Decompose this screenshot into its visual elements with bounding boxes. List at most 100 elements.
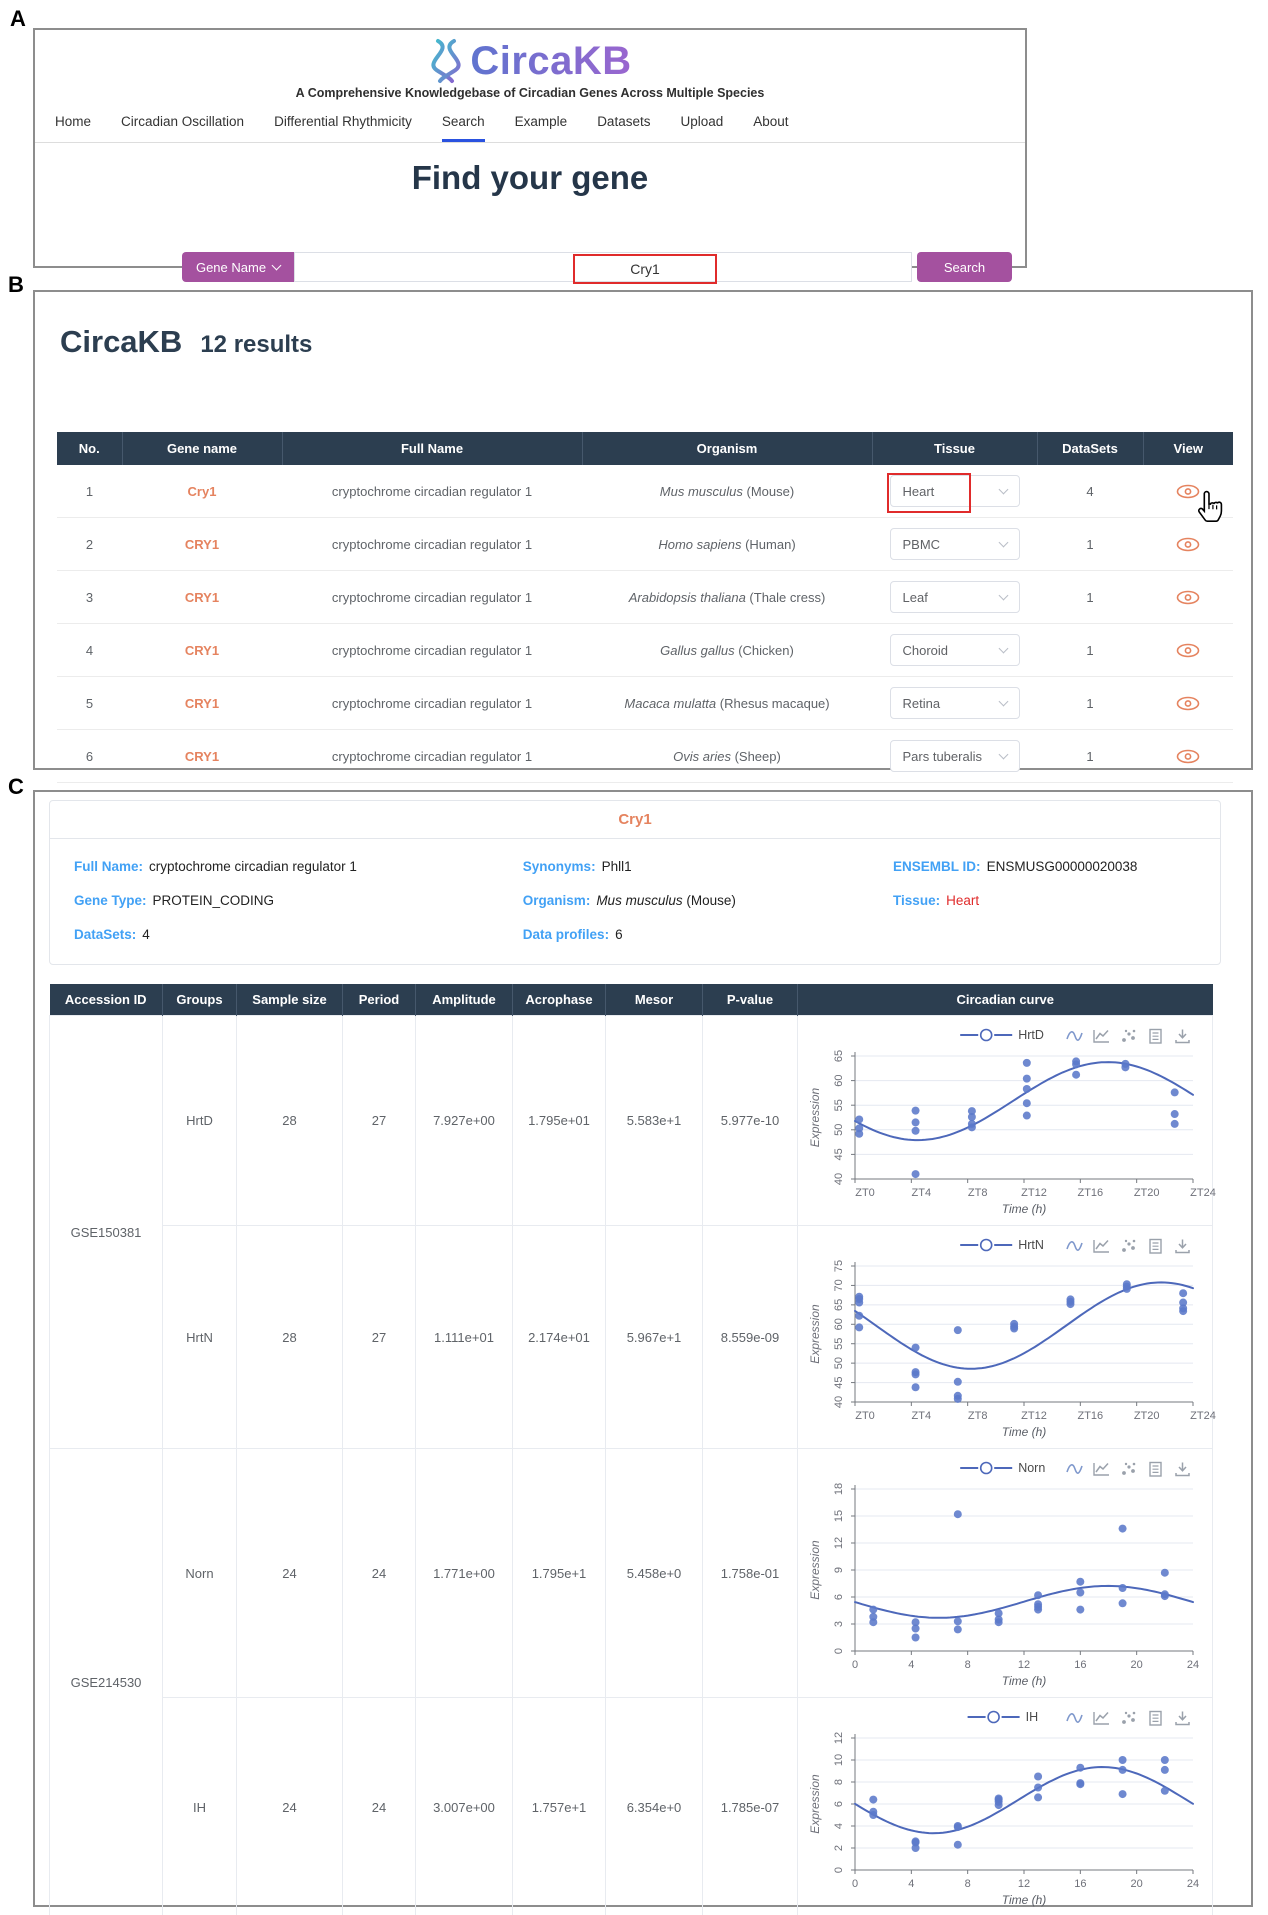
- acrophase-cell: 1.795e+01: [513, 1016, 606, 1226]
- search-button[interactable]: Search: [917, 252, 1012, 282]
- scatter-plot-icon[interactable]: [1122, 1030, 1135, 1042]
- view-eye-icon[interactable]: [1176, 643, 1200, 658]
- col-organism: Organism: [582, 432, 872, 465]
- chevron-down-icon: [998, 696, 1008, 706]
- svg-text:12: 12: [833, 1537, 845, 1549]
- svg-text:3: 3: [833, 1621, 845, 1627]
- field-synonyms: Synonyms:Phll1: [523, 859, 893, 874]
- svg-text:Expression: Expression: [808, 1304, 822, 1364]
- nav-item-home[interactable]: Home: [55, 114, 91, 142]
- profile-row: IH 24 24 3.007e+00 1.757e+1 6.354e+0 1.7…: [50, 1698, 1213, 1915]
- svg-text:12: 12: [1018, 1659, 1030, 1671]
- sine-curve-icon[interactable]: [1067, 1032, 1082, 1040]
- tissue-select[interactable]: Pars tuberalis: [890, 740, 1020, 772]
- field-datasets: DataSets:4: [74, 927, 523, 942]
- gene-link[interactable]: CRY1: [185, 749, 219, 764]
- scatter-plot-icon[interactable]: [1122, 1240, 1135, 1252]
- main-nav: Home Circadian Oscillation Differential …: [35, 100, 1025, 143]
- svg-text:2: 2: [833, 1845, 845, 1851]
- panel-search-results: CircaKB 12 results No. Gene name Full Na…: [33, 290, 1253, 770]
- sine-curve-icon[interactable]: [1067, 1714, 1082, 1722]
- nav-item-upload[interactable]: Upload: [680, 114, 723, 142]
- svg-text:20: 20: [1131, 1878, 1143, 1890]
- svg-text:ZT20: ZT20: [1134, 1187, 1160, 1199]
- nav-item-about[interactable]: About: [753, 114, 788, 142]
- chevron-down-icon: [998, 643, 1008, 653]
- nav-item-circadian-oscillation[interactable]: Circadian Oscillation: [121, 114, 244, 142]
- download-icon[interactable]: [1176, 1240, 1189, 1253]
- circadian-curve-chart-hrtn[interactable]: 4045505560657075ZT0ZT4ZT8ZT12ZT16ZT20ZT2…: [801, 1232, 1209, 1442]
- tissue-select[interactable]: PBMC: [890, 528, 1020, 560]
- row-number: 5: [57, 677, 122, 730]
- svg-text:ZT4: ZT4: [912, 1187, 932, 1199]
- svg-text:75: 75: [833, 1260, 845, 1272]
- sample-size-cell: 24: [237, 1449, 343, 1698]
- tissue-select[interactable]: Choroid: [890, 634, 1020, 666]
- line-chart-icon[interactable]: [1094, 1240, 1109, 1252]
- col-circadian-curve: Circadian curve: [798, 984, 1213, 1016]
- svg-text:6: 6: [833, 1801, 845, 1807]
- nav-item-search[interactable]: Search: [442, 114, 485, 142]
- data-view-icon[interactable]: [1150, 1463, 1161, 1477]
- search-input[interactable]: Cry1: [294, 252, 912, 282]
- gene-link[interactable]: CRY1: [185, 643, 219, 658]
- svg-text:70: 70: [833, 1279, 845, 1291]
- line-chart-icon[interactable]: [1094, 1463, 1109, 1475]
- organism-binomial: Macaca mulatta: [624, 696, 716, 711]
- datasets-count: 1: [1037, 624, 1143, 677]
- amplitude-cell: 3.007e+00: [416, 1698, 513, 1915]
- svg-text:65: 65: [833, 1299, 845, 1311]
- gene-link[interactable]: CRY1: [185, 590, 219, 605]
- acrophase-cell: 1.795e+1: [513, 1449, 606, 1698]
- acrophase-cell: 2.174e+01: [513, 1226, 606, 1449]
- gene-link[interactable]: Cry1: [188, 484, 217, 499]
- gene-link[interactable]: CRY1: [185, 537, 219, 552]
- data-view-icon[interactable]: [1150, 1712, 1161, 1726]
- gene-link[interactable]: CRY1: [185, 696, 219, 711]
- view-eye-icon[interactable]: [1176, 537, 1200, 552]
- field-data-profiles: Data profiles:6: [523, 927, 893, 942]
- download-icon[interactable]: [1176, 1712, 1189, 1725]
- scatter-plot-icon[interactable]: [1122, 1463, 1135, 1475]
- download-icon[interactable]: [1176, 1463, 1189, 1476]
- circadian-curve-chart-hrtd[interactable]: 404550556065ZT0ZT4ZT8ZT12ZT16ZT20ZT24Exp…: [801, 1022, 1209, 1219]
- pvalue-cell: 5.977e-10: [703, 1016, 798, 1226]
- svg-text:45: 45: [833, 1376, 845, 1388]
- svg-text:0: 0: [852, 1659, 858, 1671]
- nav-item-datasets[interactable]: Datasets: [597, 114, 650, 142]
- tissue-select[interactable]: Heart: [890, 475, 1020, 507]
- sine-curve-icon[interactable]: [1067, 1465, 1082, 1473]
- line-chart-icon[interactable]: [1094, 1030, 1109, 1042]
- sample-size-cell: 24: [237, 1698, 343, 1915]
- download-icon[interactable]: [1176, 1030, 1189, 1043]
- nav-item-example[interactable]: Example: [515, 114, 568, 142]
- svg-text:55: 55: [833, 1099, 845, 1111]
- view-eye-icon[interactable]: [1176, 590, 1200, 605]
- line-chart-icon[interactable]: [1094, 1712, 1109, 1724]
- full-name-cell: cryptochrome circadian regulator 1: [282, 677, 582, 730]
- view-eye-icon[interactable]: [1176, 696, 1200, 711]
- circadian-curve-chart-ih[interactable]: 02468101204812162024ExpressionTime (h)IH: [801, 1704, 1209, 1910]
- sine-curve-icon[interactable]: [1067, 1242, 1082, 1250]
- circadian-curve-cell: 036912151804812162024ExpressionTime (h)N…: [798, 1449, 1213, 1698]
- chevron-down-icon: [998, 537, 1008, 547]
- organism-binomial: Mus musculus: [660, 484, 743, 499]
- tissue-select[interactable]: Leaf: [890, 581, 1020, 613]
- svg-text:12: 12: [1018, 1878, 1030, 1890]
- data-view-icon[interactable]: [1150, 1030, 1161, 1044]
- circadian-curve-chart-norn[interactable]: 036912151804812162024ExpressionTime (h)N…: [801, 1455, 1209, 1691]
- nav-item-differential-rhythmicity[interactable]: Differential Rhythmicity: [274, 114, 412, 142]
- organism-binomial: Gallus gallus: [660, 643, 734, 658]
- col-groups: Groups: [163, 984, 237, 1016]
- mesor-cell: 5.583e+1: [606, 1016, 703, 1226]
- tissue-selected-value: Choroid: [903, 643, 949, 658]
- scatter-plot-icon[interactable]: [1122, 1712, 1135, 1724]
- gene-name-dropdown[interactable]: Gene Name: [182, 252, 294, 282]
- data-view-icon[interactable]: [1150, 1240, 1161, 1254]
- organism-binomial: Homo sapiens: [658, 537, 741, 552]
- view-eye-icon[interactable]: [1176, 749, 1200, 764]
- chevron-down-icon: [998, 590, 1008, 600]
- tissue-select[interactable]: Retina: [890, 687, 1020, 719]
- amplitude-cell: 7.927e+00: [416, 1016, 513, 1226]
- field-full-name: Full Name:cryptochrome circadian regulat…: [74, 859, 523, 874]
